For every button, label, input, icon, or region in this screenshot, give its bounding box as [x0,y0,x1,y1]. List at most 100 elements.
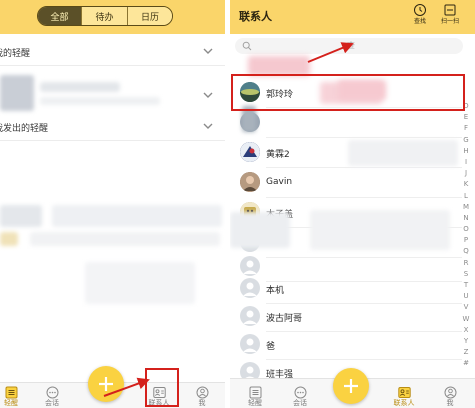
alphabet-index[interactable]: D E F G H I J K L M N O P Q R S T U V W X Y Z # [460,101,472,370]
chevron-down-icon[interactable] [201,119,215,133]
blurred-content [0,232,18,246]
contact-name: 黄霖2 [266,150,290,160]
blurred-content [230,212,290,248]
index-letter[interactable]: N [460,213,472,224]
index-letter[interactable]: K [460,179,472,190]
person-icon [196,386,208,399]
index-letter[interactable]: P [460,235,472,246]
index-letter[interactable]: H [460,146,472,157]
nav-label: 我 [446,399,454,407]
index-letter[interactable]: Y [460,336,472,347]
nav-reminders[interactable]: 轻醒 [0,383,22,408]
right-header-bar: 联系人 查找 扫一扫 [230,0,475,34]
clock-icon [414,4,426,16]
avatar [240,142,260,162]
blurred-content [248,56,310,76]
scan-icon [444,4,456,16]
nav-chat[interactable]: 会话 [288,379,312,408]
find-label: 查找 [413,18,426,25]
contact-row[interactable]: Gavin [230,168,462,198]
avatar [240,256,260,276]
index-letter[interactable]: L [460,191,472,202]
chat-icon [294,386,306,399]
section-my-reminders[interactable]: 我的轻醒 [0,42,225,64]
index-letter[interactable]: S [460,269,472,280]
chat-icon [46,386,58,399]
screenshot-stage: 全部 待办 日历 我的轻醒 我发出的轻醒 [0,0,475,408]
nav-label: 会话 [293,399,307,407]
index-letter[interactable]: X [460,325,472,336]
index-letter[interactable]: G [460,135,472,146]
index-letter[interactable]: J [460,168,472,179]
index-letter[interactable]: W [460,314,472,325]
contacts-icon [397,387,411,398]
index-letter[interactable]: I [460,157,472,168]
add-button[interactable] [88,366,124,402]
nav-label: 轻醒 [248,399,262,407]
nav-label: 联系人 [393,399,415,407]
default-avatar-icon [243,338,257,352]
contact-row[interactable]: 爸 [230,330,462,360]
nav-me[interactable]: 我 [189,383,215,408]
avatar [240,334,260,354]
contact-name: Gavin [266,177,293,187]
index-letter[interactable]: O [460,224,472,235]
default-avatar-icon [243,282,257,296]
contact-row[interactable]: 波古阿哥 [230,302,462,332]
index-letter[interactable]: V [460,302,472,313]
blurred-content [85,262,195,304]
contact-row[interactable] [230,108,462,138]
find-button[interactable]: 查找 [406,3,434,31]
avatar [240,306,260,326]
avatar [240,278,260,298]
list-icon [249,386,261,399]
tab-calendar[interactable]: 日历 [128,7,172,25]
index-letter[interactable]: Q [460,246,472,257]
nav-contacts[interactable]: 联系人 [389,379,419,408]
scan-button[interactable]: 扫一扫 [436,3,464,31]
avatar-image [240,142,260,162]
contact-name: 爸 [266,342,276,352]
index-letter[interactable]: T [460,280,472,291]
nav-chat[interactable]: 会话 [40,383,64,408]
blurred-content [348,140,458,166]
search-input[interactable]: 查 [235,38,463,54]
index-letter[interactable]: Z [460,347,472,358]
index-letter[interactable]: # [460,358,472,369]
avatar-image [240,172,260,192]
tab-todo[interactable]: 待办 [82,7,128,25]
filter-segmented-control: 全部 待办 日历 [37,6,173,26]
default-avatar-icon [243,310,257,324]
search-placeholder: 查 [347,41,355,50]
index-letter[interactable]: U [460,291,472,302]
nav-label: 我 [198,399,206,407]
section-label: 我的轻醒 [0,49,31,59]
section-collapsed[interactable] [0,86,225,108]
add-button[interactable] [333,368,369,404]
contact-row[interactable]: 本机 [230,274,462,304]
page-title: 联系人 [239,10,272,23]
tab-all[interactable]: 全部 [38,7,82,25]
index-letter[interactable]: E [460,112,472,123]
plus-icon [344,379,358,393]
section-label: 我发出的轻醒 [0,124,49,134]
blurred-content [30,232,220,246]
index-letter[interactable]: R [460,258,472,269]
chevron-down-icon[interactable] [201,44,215,58]
annotation-highlight-box [145,368,179,407]
nav-label: 轻醒 [4,399,18,407]
nav-me[interactable]: 我 [437,379,463,408]
nav-reminders[interactable]: 轻醒 [244,379,266,408]
chevron-down-icon[interactable] [201,88,215,102]
scan-label: 扫一扫 [440,18,459,25]
index-letter[interactable]: F [460,123,472,134]
section-sent-reminders[interactable]: 我发出的轻醒 [0,117,225,139]
index-letter[interactable]: M [460,202,472,213]
contacts-screen: 联系人 查找 扫一扫 查 郭玲玲 黄霖2 Gavin 本机 波古阿哥 爸 班丰强… [230,0,475,408]
avatar [240,172,260,192]
blurred-content [52,205,222,227]
default-avatar-icon [243,260,257,274]
blurred-content [310,210,450,250]
divider [0,65,225,66]
divider [0,140,225,141]
